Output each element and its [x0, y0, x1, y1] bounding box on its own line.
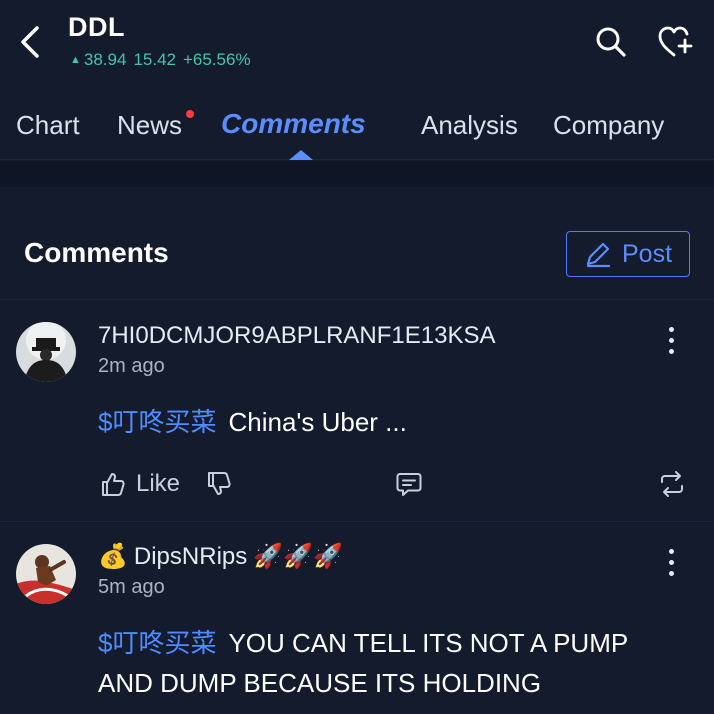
- ticker-symbol: DDL: [68, 12, 125, 42]
- avatar[interactable]: [16, 322, 76, 382]
- like-button[interactable]: Like: [100, 464, 180, 504]
- post-button[interactable]: Post: [566, 231, 690, 277]
- comment-body: $叮咚买菜 YOU CAN TELL ITS NOT A PUMP AND DUM…: [98, 623, 628, 703]
- divider: [0, 521, 714, 522]
- search-button[interactable]: [591, 22, 631, 62]
- like-label: Like: [136, 470, 181, 497]
- reply-button[interactable]: [395, 464, 423, 504]
- tab-company[interactable]: Company: [553, 110, 664, 141]
- avatar-image: [16, 322, 76, 382]
- thumbs-up-icon: [102, 473, 125, 496]
- comment-actions: Like: [0, 464, 714, 504]
- comments-heading: Comments: [24, 237, 169, 268]
- cashtag-link[interactable]: $叮咚买菜: [98, 628, 216, 658]
- more-dot: [668, 548, 674, 554]
- comment-text-line-2: AND DUMP BECAUSE ITS HOLDING: [98, 668, 542, 698]
- divider: [0, 299, 714, 300]
- cashtag-link[interactable]: $叮咚买菜: [98, 407, 216, 437]
- money-bag-emoji: 💰: [98, 543, 128, 570]
- add-to-watchlist-button[interactable]: [655, 22, 695, 62]
- tab-bar: Chart News Comments Analysis Company: [0, 100, 714, 160]
- more-dot: [668, 348, 674, 354]
- back-button[interactable]: [14, 22, 46, 62]
- tab-chart[interactable]: Chart: [16, 110, 80, 141]
- section-spacer: [0, 161, 714, 187]
- avatar-image: [16, 544, 76, 604]
- chat-bubble-icon: [396, 473, 422, 496]
- tab-news[interactable]: News: [117, 110, 182, 141]
- tab-analysis[interactable]: Analysis: [421, 110, 518, 141]
- last-price: 38.94: [83, 50, 127, 69]
- more-dot: [668, 570, 674, 576]
- author-name: DipsNRips: [133, 542, 248, 570]
- more-dot: [668, 326, 674, 332]
- comment-body: $叮咚买菜 China's Uber ...: [98, 402, 407, 442]
- more-options-button[interactable]: [656, 544, 686, 580]
- more-dot: [668, 337, 674, 343]
- repost-button[interactable]: [658, 464, 686, 504]
- heart-plus-icon: [658, 26, 693, 57]
- search-icon: [596, 27, 626, 57]
- comment-author[interactable]: 💰 DipsNRips 🚀🚀🚀: [98, 542, 343, 571]
- active-tab-indicator: [289, 150, 313, 160]
- repost-icon: [661, 471, 683, 497]
- top-bar: DDL ▲ 38.94 15.42 +65.56%: [0, 0, 714, 82]
- rocket-emojis: 🚀🚀🚀: [253, 543, 343, 570]
- more-dot: [668, 559, 674, 565]
- author-name: 7HI0DCMJOR9ABPLRANF1E13KSA: [98, 322, 496, 349]
- avatar[interactable]: [16, 544, 76, 604]
- up-arrow-icon: ▲: [70, 54, 81, 66]
- thumbs-down-icon: [208, 472, 231, 495]
- dislike-button[interactable]: [206, 464, 232, 504]
- comment-author[interactable]: 7HI0DCMJOR9ABPLRANF1E13KSA: [98, 322, 495, 350]
- price-change-percent: +65.56%: [182, 50, 251, 69]
- chevron-left-icon: [21, 26, 39, 58]
- comment-time: 2m ago: [98, 355, 165, 377]
- post-label: Post: [621, 239, 673, 268]
- comment-text: China's Uber ...: [228, 407, 407, 437]
- more-options-button[interactable]: [656, 322, 686, 358]
- price-quote: ▲ 38.94 15.42 +65.56%: [70, 50, 251, 70]
- news-badge: [186, 110, 194, 118]
- comment-time: 5m ago: [98, 576, 165, 598]
- tab-comments[interactable]: Comments: [221, 108, 366, 140]
- price-change: 15.42: [133, 50, 176, 69]
- comment-text-line-1: YOU CAN TELL ITS NOT A PUMP: [228, 628, 629, 658]
- pencil-icon: [586, 242, 611, 268]
